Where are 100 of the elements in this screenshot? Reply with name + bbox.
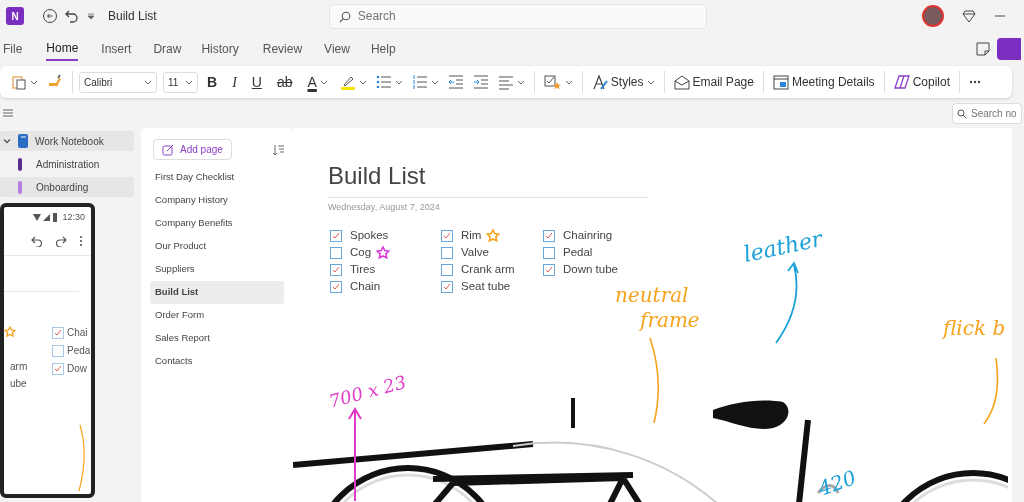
notebook-item[interactable]: Work Notebook	[0, 131, 134, 151]
checkbox[interactable]	[330, 264, 342, 276]
checkbox[interactable]	[543, 247, 555, 259]
sort-icon[interactable]	[272, 143, 284, 156]
checklist-label: Crank arm	[461, 262, 515, 278]
checklist-label: Tires	[350, 262, 376, 278]
handwritten-note: 700 x 23	[325, 370, 409, 414]
back-icon[interactable]	[42, 8, 58, 24]
menu-tab[interactable]: Insert	[101, 38, 132, 60]
caret-icon	[564, 78, 573, 86]
undo-icon[interactable]	[64, 8, 80, 24]
app-logo: N	[6, 7, 24, 25]
document-title: Build List	[108, 8, 157, 25]
caret-icon	[516, 78, 525, 86]
envelope-button[interactable]: Email Page	[670, 70, 757, 94]
checkbox[interactable]	[441, 281, 453, 293]
search-field[interactable]: Search	[328, 3, 707, 29]
font-size-dropdown[interactable]: 11	[163, 71, 198, 93]
page-item[interactable]: Build List	[150, 281, 284, 304]
checklist-label: Rim	[461, 228, 482, 244]
handwritten-note: flick b	[943, 315, 1006, 342]
italic-button[interactable]: I	[229, 70, 240, 94]
bullet-list-icon	[375, 74, 392, 90]
menu-tab[interactable]: Home	[46, 37, 79, 61]
page-item[interactable]: First Day Checklist	[150, 166, 284, 189]
menu-tab[interactable]: Help	[370, 38, 396, 60]
checkbox[interactable]	[52, 326, 64, 339]
page-item[interactable]: Contacts	[150, 350, 284, 373]
menu-tab[interactable]: View	[324, 38, 350, 60]
checkbox[interactable]	[441, 230, 453, 242]
redo-icon[interactable]	[55, 234, 67, 247]
bold-button[interactable]: B	[204, 70, 221, 94]
ink-line	[981, 356, 1001, 426]
notebook-icon	[17, 133, 29, 149]
indent-icon	[472, 74, 489, 90]
page-item[interactable]: Our Product	[150, 235, 284, 258]
menu-icon[interactable]	[2, 107, 14, 119]
checklist-label: arm	[9, 359, 29, 374]
notes-search-field[interactable]: Search no	[952, 102, 1022, 124]
styles-button[interactable]: Styles	[588, 70, 658, 94]
caret-icon	[358, 78, 367, 86]
checklist-label: Chain	[350, 279, 381, 295]
page-item[interactable]: Suppliers	[150, 258, 284, 281]
clipboard-icon	[11, 74, 27, 90]
caret-icon	[185, 78, 193, 86]
menu-tab[interactable]: File	[3, 38, 23, 60]
calendar-button[interactable]: Meeting Details	[769, 70, 878, 94]
checkbox[interactable]	[330, 247, 342, 259]
checkbox-star-icon	[543, 74, 562, 90]
avatar[interactable]	[922, 5, 944, 27]
handwritten-note: neutral	[615, 282, 689, 309]
checkbox[interactable]	[330, 230, 342, 242]
add-page-button[interactable]: Add page	[153, 139, 232, 160]
section-item[interactable]: Administration	[0, 154, 134, 174]
page-item[interactable]: Company History	[150, 189, 284, 212]
caret-icon	[319, 78, 328, 86]
page-item[interactable]: Company Benefits	[150, 212, 284, 235]
page-date: Wednesday, August 7, 2024	[328, 201, 441, 214]
caret-icon	[144, 78, 152, 86]
diamond-icon[interactable]	[962, 9, 976, 23]
caret-icon	[430, 78, 439, 86]
checkbox[interactable]	[52, 362, 64, 375]
checkbox[interactable]	[441, 247, 453, 259]
undo-icon[interactable]	[31, 234, 43, 247]
checkbox[interactable]	[52, 344, 64, 357]
checkbox[interactable]	[543, 230, 555, 242]
signal-icon	[33, 213, 60, 223]
menu-tab[interactable]: Draw	[153, 38, 182, 60]
section-item[interactable]: Onboarding	[0, 177, 134, 197]
checklist-label: Valve	[461, 245, 489, 261]
checklist-label: ube	[9, 376, 28, 391]
caret-icon	[646, 78, 655, 86]
customize-icon[interactable]	[86, 11, 96, 21]
menu-tab[interactable]: History	[201, 38, 239, 60]
checkbox[interactable]	[330, 281, 342, 293]
caret-icon	[394, 78, 403, 86]
checkbox[interactable]	[441, 264, 453, 276]
caret-icon	[30, 78, 38, 86]
page-item[interactable]: Sales Report	[150, 327, 284, 350]
underline-button[interactable]: U	[248, 70, 265, 94]
font-name-dropdown[interactable]: Calibri	[79, 71, 157, 93]
sticky-note-icon[interactable]	[975, 41, 991, 57]
checklist-label: Cog	[350, 245, 372, 261]
copilot-button[interactable]: Copilot	[890, 70, 953, 94]
checklist-label: Down tube	[563, 262, 618, 278]
handwritten-note: leather	[740, 225, 826, 269]
chevron-down-icon	[3, 137, 11, 145]
checklist-label: Pedal	[563, 245, 593, 261]
strikethrough-button[interactable]: ab	[273, 70, 296, 94]
checklist-label: Chai	[67, 326, 88, 340]
font-color-button[interactable]: A	[304, 70, 331, 94]
calendar-icon	[772, 74, 789, 90]
menu-tab[interactable]: Review	[262, 38, 303, 60]
checklist-label: Dow	[67, 362, 87, 376]
more-vertical-icon[interactable]	[79, 234, 83, 247]
page-item[interactable]: Order Form	[150, 304, 284, 327]
checklist-label: Seat tube	[461, 279, 511, 295]
checkbox[interactable]	[543, 264, 555, 276]
edit-icon	[162, 143, 174, 156]
align-left-icon	[497, 74, 514, 90]
